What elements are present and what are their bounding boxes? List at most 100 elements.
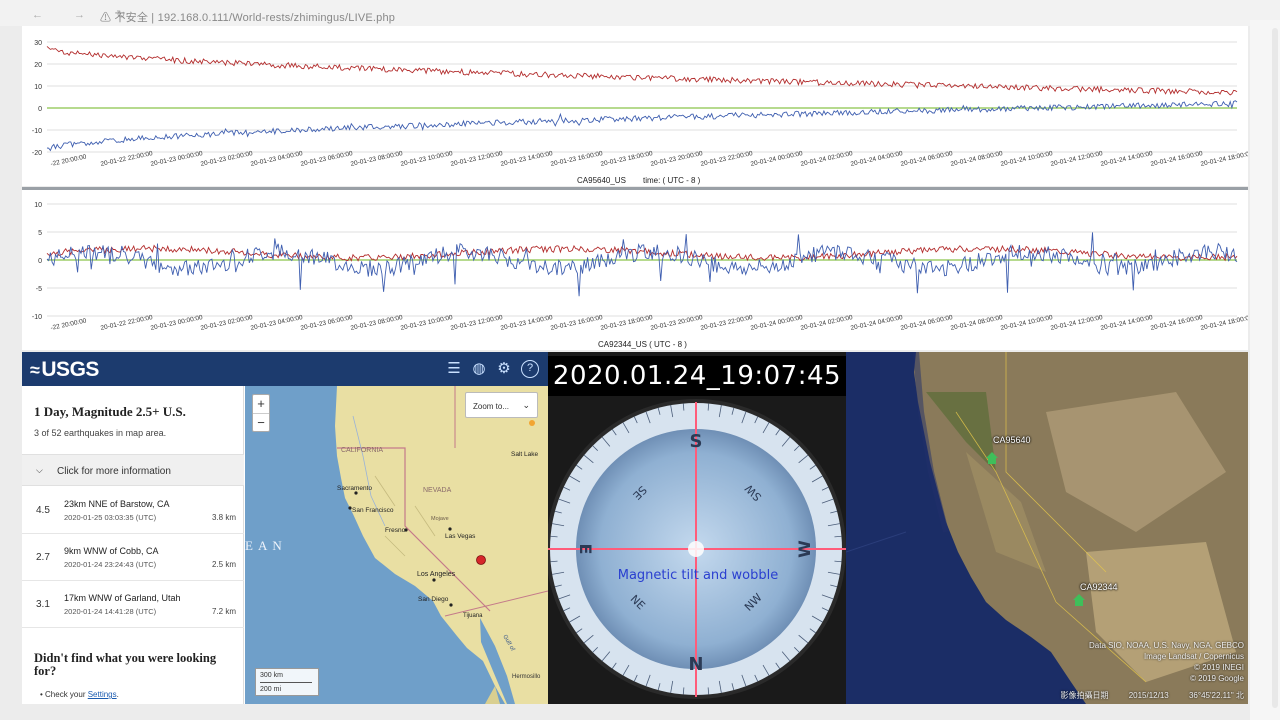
map-label-california: CALIFORNIA xyxy=(341,447,383,454)
zoom-in-button[interactable]: + xyxy=(253,395,269,413)
x-tick-label: 20-01-24 04:00:00 xyxy=(850,150,904,168)
scrollbar-thumb[interactable] xyxy=(1272,28,1278,708)
x-tick-label: 20-01-24 00:00:00 xyxy=(750,314,804,332)
x-tick-label: 20-01-24 02:00:00 xyxy=(800,314,854,332)
x-tick-label: 20-01-23 06:00:00 xyxy=(300,314,354,332)
time-axis-label: time: ( UTC - 8 ) xyxy=(643,176,701,185)
map-label-ocean: EAN xyxy=(245,538,287,553)
more-info-toggle[interactable]: ⌵ Click for more information xyxy=(22,454,244,486)
x-tick-label: 20-01-23 04:00:00 xyxy=(250,150,304,168)
globe-icon[interactable]: ◍ xyxy=(470,360,488,378)
list-item[interactable]: 2.7 9km WNW of Cobb, CA 2020-01-24 23:24… xyxy=(22,534,244,581)
check-settings: • Check your Settings. xyxy=(40,690,119,699)
x-tick-label: 20-01-24 16:00:00 xyxy=(1150,150,1204,168)
x-tick-label: 20-01-24 12:00:00 xyxy=(1050,150,1104,168)
x-tick-label: 20-01-24 10:00:00 xyxy=(1000,314,1054,332)
compass-n: N xyxy=(688,652,703,673)
page-scrollbar[interactable] xyxy=(1250,20,1280,720)
x-tick-label: 20-01-23 20:00:00 xyxy=(650,314,704,332)
city-dot xyxy=(348,506,352,510)
x-tick-label: 20-01-24 18:00:00 xyxy=(1200,150,1248,168)
station-label: CA95640_US xyxy=(577,176,626,185)
earthquake-map[interactable]: CALIFORNIA NEVADA EAN Sacramento San Fra… xyxy=(245,386,548,704)
x-tick-label: 20-01-24 00:00:00 xyxy=(750,150,804,168)
bottom-chart: 1050-5-10-22 20:00:00 20-01-22 22:00:0020… xyxy=(32,202,1248,349)
zoom-to-label: Zoom to... xyxy=(473,402,510,411)
chevron-down-icon: ⌄ xyxy=(522,400,530,410)
map-label-fresno: Fresno xyxy=(385,527,406,534)
top-chart-panel: 30 20 10 0 -10 -20 -22 20:00:00 20-01-22 22:00:… xyxy=(22,26,1248,186)
x-tick-label: 20-01-23 10:00:00 xyxy=(400,314,454,332)
x-tick-label: 20-01-23 02:00:00 xyxy=(200,150,254,168)
x-tick-label: 20-01-22 22:00:00 xyxy=(100,314,154,332)
list-item[interactable]: 3.1 17km WNW of Garland, Utah 2020-01-24… xyxy=(22,581,244,628)
x-tick-label: 20-01-23 18:00:00 xyxy=(600,150,654,168)
help-icon[interactable]: ? xyxy=(521,360,539,378)
list-icon[interactable]: ☰ xyxy=(445,360,463,378)
usgs-logo[interactable]: ≈USGS xyxy=(30,358,99,382)
quake-depth: 2.5 km xyxy=(211,560,236,569)
quake-depth: 7.2 km xyxy=(211,607,236,616)
y-tick-label: -10 xyxy=(32,314,42,321)
didnt-find-heading: Didn't find what you were looking for? xyxy=(34,651,217,678)
usgs-logo-icon: ≈ xyxy=(30,360,40,380)
x-tick-label: 20-01-24 12:00:00 xyxy=(1050,314,1104,332)
quake-place: 17km WNW of Garland, Utah xyxy=(64,593,181,603)
series-line-red xyxy=(46,244,1238,262)
x-tick-label: 20-01-24 08:00:00 xyxy=(950,150,1004,168)
x-tick-label: 20-01-23 10:00:00 xyxy=(400,150,454,168)
map-scale: 300 km 200 mi xyxy=(255,668,319,696)
x-tick-label: 20-01-23 02:00:00 xyxy=(200,314,254,332)
image-date: 2015/12/13 xyxy=(1128,691,1169,700)
x-tick-label: 20-01-24 14:00:00 xyxy=(1100,150,1154,168)
bottom-chart-panel: 10 5 0 -5 -10 -22 20:00:00 20-01-22 22:00:00 20… xyxy=(22,190,1248,350)
feed-count: 3 of 52 earthquakes in map area. xyxy=(34,428,167,438)
y-tick-label: -20 xyxy=(32,150,42,157)
feed-title: 1 Day, Magnitude 2.5+ U.S. xyxy=(34,404,186,419)
map-label-losangeles: Los Angeles xyxy=(417,571,456,578)
y-tick-label: 0 xyxy=(38,106,42,113)
top-chart: 30 20 10 0 -10 -20 -22 20:00:00 20-01-22 22:00:… xyxy=(32,40,1248,185)
map-label-sandiego: San Diego xyxy=(418,596,449,603)
x-tick-label: 20-01-23 20:00:00 xyxy=(650,150,704,168)
scale-km: 300 km xyxy=(260,670,312,683)
list-item[interactable]: 4.5 23km NNE of Barstow, CA 2020-01-25 0… xyxy=(22,487,244,534)
x-tick-label: 20-01-23 12:00:00 xyxy=(450,314,504,332)
scale-mi: 200 mi xyxy=(260,686,282,693)
station-label: CA92344_US ( UTC - 8 ) xyxy=(598,340,687,349)
map-label-lasvegas: Las Vegas xyxy=(445,533,476,540)
quake-time: 2020-01-25 03:03:35 (UTC) xyxy=(64,513,157,522)
y-tick-label: 5 xyxy=(38,230,42,237)
zoom-out-button[interactable]: − xyxy=(253,413,269,431)
address-bar[interactable]: ⚠ 不安全 | 192.168.0.111/World-rests/zhimin… xyxy=(100,9,395,25)
quake-time: 2020-01-24 23:24:43 (UTC) xyxy=(64,560,157,569)
gear-icon[interactable]: ⚙ xyxy=(495,360,513,378)
x-tick-label: 20-01-23 06:00:00 xyxy=(300,150,354,168)
x-tick-label: -22 20:00:00 xyxy=(50,153,88,168)
quake-depth: 3.8 km xyxy=(211,513,236,522)
station-label-2: CA92344 xyxy=(1080,582,1118,592)
city-dot xyxy=(448,527,452,531)
zoom-to-select[interactable]: Zoom to... ⌄ xyxy=(465,392,538,418)
x-tick-label: 20-01-24 02:00:00 xyxy=(800,150,854,168)
x-tick-label: 20-01-23 22:00:00 xyxy=(700,150,754,168)
x-tick-label: 20-01-23 00:00:00 xyxy=(150,150,204,168)
map-label-hermosillo: Hermosillo xyxy=(512,674,541,680)
chevron-down-icon: ⌵ xyxy=(36,465,43,475)
map-coordinates: 36°45'22.11" 北 xyxy=(1188,691,1244,700)
compass-caption: Magnetic tilt and wobble xyxy=(618,568,779,583)
y-tick-label: 20 xyxy=(34,62,42,69)
settings-link[interactable]: Settings xyxy=(88,690,117,699)
x-tick-label: 20-01-23 12:00:00 xyxy=(450,150,504,168)
earthquake-marker xyxy=(476,555,486,565)
map-label-tijuana: Tijuana xyxy=(463,613,483,619)
satellite-map[interactable]: CA95640 CA92344 Data SIO, NOAA, U.S. Nav… xyxy=(846,352,1248,704)
map-label-sacramento: Sacramento xyxy=(337,485,372,492)
compass-panel: 2020.01.24_19:07:45 S N E W SE SW NE NW … xyxy=(548,352,846,704)
quake-time: 2020-01-24 14:41:28 (UTC) xyxy=(64,607,157,616)
x-tick-label: 20-01-24 10:00:00 xyxy=(1000,150,1054,168)
x-tick-label: 20-01-23 08:00:00 xyxy=(350,314,404,332)
y-tick-label: 10 xyxy=(34,84,42,91)
map-canvas[interactable]: CALIFORNIA NEVADA EAN Sacramento San Fra… xyxy=(245,386,548,704)
x-tick-label: 20-01-24 16:00:00 xyxy=(1150,314,1204,332)
